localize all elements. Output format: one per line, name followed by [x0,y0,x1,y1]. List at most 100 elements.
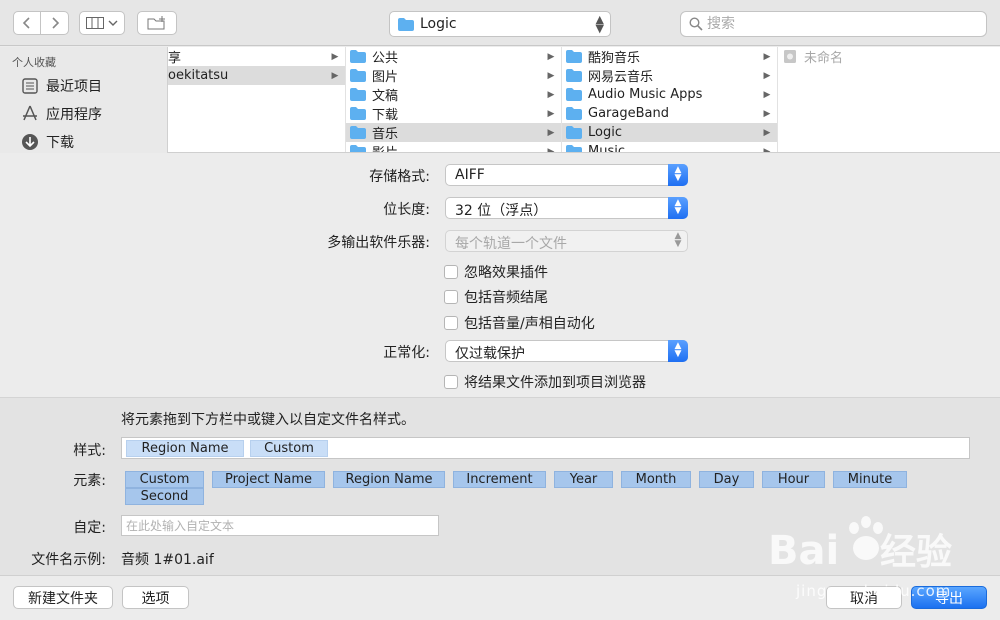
folder-icon [350,126,366,139]
include-tail-checkbox[interactable]: 包括音频结尾 [444,287,548,307]
element-token-custom[interactable]: Custom [125,471,204,488]
list-item[interactable]: 享 ▶ [168,47,345,66]
up-down-arrows-icon: ▲ ▼ [668,164,688,186]
disclosure-arrow-icon: ▶ [763,127,771,138]
element-token-minute[interactable]: Minute [833,471,907,488]
disclosure-arrow-icon: ▶ [547,51,555,62]
up-down-arrows-icon: ▲ ▼ [595,13,604,35]
downloads-icon [20,132,40,152]
sidebar: 个人收藏 最近项目 应用程序 下载 [0,47,168,153]
style-token[interactable]: Region Name [126,440,244,457]
ignore-effects-checkbox[interactable]: 忽略效果插件 [444,262,548,282]
checkbox-box[interactable] [444,265,458,279]
sidebar-item-label: 应用程序 [46,107,102,123]
folder-icon [350,145,366,152]
location-popup[interactable]: Logic ▲ ▼ [389,11,611,37]
multi-output-value: 每个轨道一个文件 [455,236,567,252]
watermark: Bai 经验 jingyan.baidu.com [768,512,988,602]
format-popup[interactable]: AIFF ▲ ▼ [445,164,688,186]
naming-style-field[interactable]: Region Name Custom [121,437,970,459]
filename-example: 音频 1#01.aif [121,552,214,568]
list-item[interactable]: Music ▶ [562,142,777,152]
checkbox-box[interactable] [444,290,458,304]
list-item[interactable]: 网易云音乐 ▶ [562,66,777,85]
folder-icon [566,69,582,82]
bitdepth-popup[interactable]: 32 位（浮点） ▲ ▼ [445,197,688,219]
up-down-arrows-icon: ▲ ▼ [674,231,682,249]
view-mode-button[interactable] [79,11,125,35]
bitdepth-value: 32 位（浮点） [455,203,548,219]
disclosure-arrow-icon: ▶ [331,70,339,81]
columns-view-icon [86,17,104,29]
up-down-arrows-icon: ▲ ▼ [668,197,688,219]
chevron-down-icon [108,20,118,26]
sidebar-item-recents[interactable]: 最近项目 [20,75,102,97]
list-item[interactable]: 未命名 [778,47,1000,66]
element-token-month[interactable]: Month [621,471,691,488]
list-item[interactable]: 公共 ▶ [346,47,561,66]
disclosure-arrow-icon: ▶ [763,108,771,119]
folder-icon [350,88,366,101]
style-label: 样式: [73,443,106,459]
list-item[interactable]: 图片 ▶ [346,66,561,85]
sidebar-item-applications[interactable]: 应用程序 [20,103,102,125]
checkbox-label: 将结果文件添加到项目浏览器 [464,375,646,391]
folder-icon [566,50,582,63]
list-item[interactable]: 下载 ▶ [346,104,561,123]
custom-text-input[interactable] [121,515,439,536]
element-token-hour[interactable]: Hour [762,471,825,488]
add-to-browser-checkbox[interactable]: 将结果文件添加到项目浏览器 [444,372,646,392]
list-item[interactable]: 酷狗音乐 ▶ [562,47,777,66]
checkbox-label: 包括音频结尾 [464,290,548,306]
element-token-region-name[interactable]: Region Name [333,471,445,488]
export-options-panel: 存储格式: AIFF ▲ ▼ 位长度: 32 位（浮点） ▲ ▼ 多输出软件乐器: … [0,153,1000,397]
folder-icon [350,69,366,82]
browser-column-2: 公共 ▶ 图片 ▶ 文稿 ▶ 下载 ▶ 音乐 ▶ 影片 ▶ [346,47,562,152]
element-token-year[interactable]: Year [554,471,613,488]
file-browser-columns: 享 ▶ oekitatsu ▶ 公共 ▶ 图片 ▶ 文稿 ▶ 下载 ▶ 音乐 ▶… [168,47,1000,153]
options-button[interactable]: 选项 [122,586,189,609]
include-automation-checkbox[interactable]: 包括音量/声相自动化 [444,313,595,333]
elements-label: 元素: [73,473,106,489]
search-input[interactable] [707,15,977,33]
list-item[interactable]: 影片 ▶ [346,142,561,152]
list-item[interactable]: oekitatsu ▶ [168,66,345,85]
sidebar-item-label: 最近项目 [46,79,102,95]
naming-instruction: 将元素拖到下方栏中或键入以自定文件名样式。 [121,412,415,428]
folder-icon [566,126,582,139]
element-token-project-name[interactable]: Project Name [212,471,325,488]
element-token-day[interactable]: Day [699,471,754,488]
new-folder-button[interactable]: 新建文件夹 [13,586,113,609]
element-token-second[interactable]: Second [125,488,204,505]
normalize-label: 正常化: [383,345,430,361]
list-item[interactable]: Logic ▶ [562,123,777,142]
svg-text:Bai: Bai [768,528,839,574]
up-down-arrows-icon: ▲ ▼ [668,340,688,362]
multi-output-popup: 每个轨道一个文件 ▲ ▼ [445,230,688,252]
normalize-popup[interactable]: 仅过载保护 ▲ ▼ [445,340,688,362]
chevron-right-icon [51,17,59,29]
style-token[interactable]: Custom [250,440,328,457]
folder-icon [398,18,414,31]
list-item[interactable]: Audio Music Apps ▶ [562,85,777,104]
new-folder-icon [147,16,165,30]
list-item[interactable]: 音乐 ▶ [346,123,561,142]
folder-icon [566,145,582,152]
format-value: AIFF [455,167,485,183]
forward-button[interactable] [41,11,69,35]
sidebar-item-downloads[interactable]: 下载 [20,131,74,153]
normalize-value: 仅过载保护 [455,346,525,362]
search-field[interactable] [680,11,987,37]
back-button[interactable] [13,11,41,35]
checkbox-box[interactable] [444,316,458,330]
new-folder-toolbar-button[interactable] [137,11,177,35]
list-item[interactable]: 文稿 ▶ [346,85,561,104]
list-item[interactable]: GarageBand ▶ [562,104,777,123]
disclosure-arrow-icon: ▶ [331,51,339,62]
multi-output-label: 多输出软件乐器: [327,235,430,251]
example-label: 文件名示例: [31,552,106,568]
watermark-url: jingyan.baidu.com [796,582,952,600]
checkbox-box[interactable] [444,375,458,389]
element-token-increment[interactable]: Increment [453,471,546,488]
browser-column-1: 享 ▶ oekitatsu ▶ [168,47,346,152]
